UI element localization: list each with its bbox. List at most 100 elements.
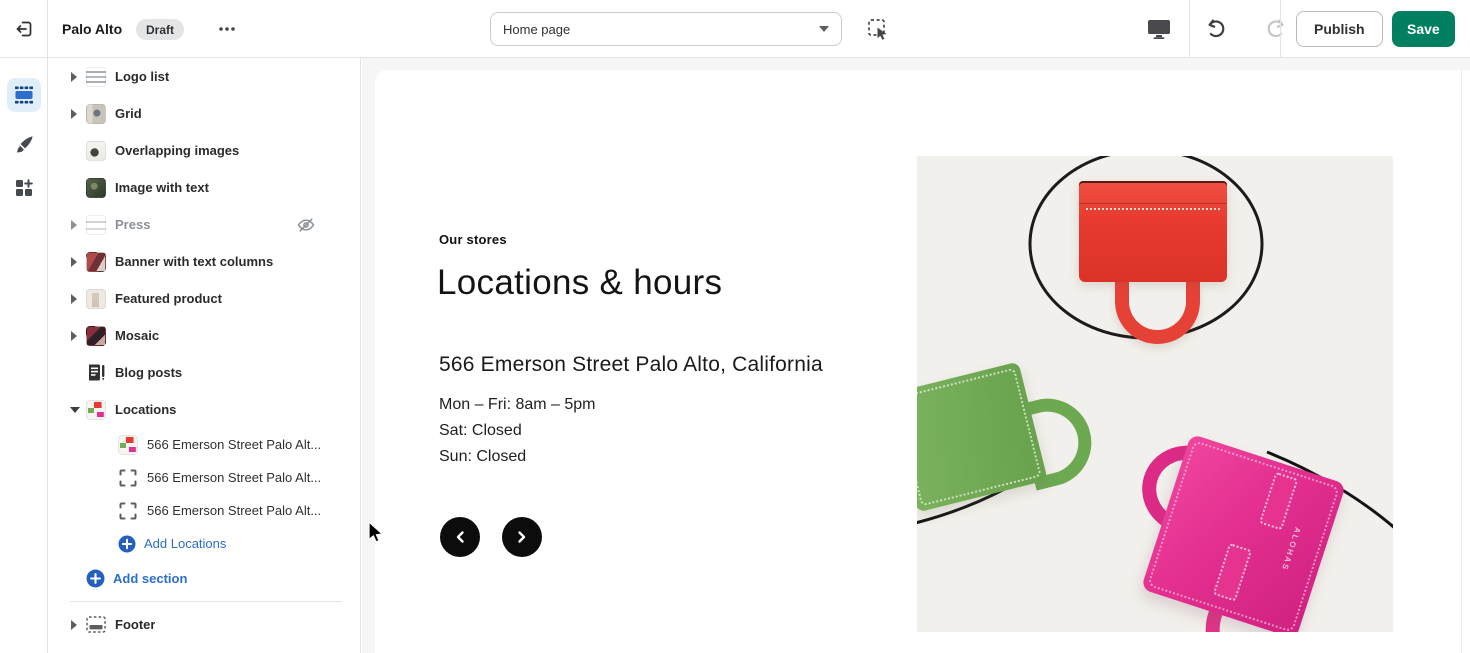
panel-divider: [70, 601, 342, 602]
editor-rail: [0, 58, 48, 653]
block-label: 566 Emerson Street Palo Alt...: [147, 437, 321, 452]
section-row-mosaic[interactable]: Mosaic: [48, 317, 360, 354]
chevron-right-icon[interactable]: [70, 257, 86, 267]
section-row-overlapping-images[interactable]: Overlapping images: [48, 132, 360, 169]
undo-button[interactable]: [1203, 17, 1227, 41]
block-row-location-1[interactable]: 566 Emerson Street Palo Alt...: [48, 428, 360, 461]
section-label: Overlapping images: [115, 143, 239, 158]
apps-icon: [14, 178, 34, 198]
exit-editor-button[interactable]: [0, 0, 48, 57]
sections-icon: [13, 85, 35, 105]
status-badge: Draft: [136, 19, 184, 40]
chevron-left-icon: [454, 530, 466, 544]
redo-icon: [1241, 17, 1265, 41]
block-label: 566 Emerson Street Palo Alt...: [147, 503, 321, 518]
section-label: Press: [115, 217, 150, 232]
footer-icon: [86, 615, 106, 635]
page-selector-dropdown[interactable]: Home page: [490, 12, 842, 46]
ellipsis-icon: [218, 26, 236, 32]
section-label: Locations: [115, 402, 176, 417]
hours-line: Sun: Closed: [439, 444, 596, 470]
eye-slash-icon[interactable]: [296, 215, 316, 235]
section-label: Mosaic: [115, 328, 159, 343]
section-thumbnail: [86, 215, 106, 235]
chevron-right-icon[interactable]: [70, 220, 86, 230]
add-locations-label: Add Locations: [144, 536, 226, 551]
block-row-location-2[interactable]: 566 Emerson Street Palo Alt...: [48, 461, 360, 494]
rail-tab-app-embeds[interactable]: [7, 171, 41, 205]
section-row-image-with-text[interactable]: Image with text: [48, 169, 360, 206]
section-thumbnail: [86, 141, 106, 161]
exit-icon: [14, 19, 34, 39]
section-label: Grid: [115, 106, 142, 121]
save-button[interactable]: Save: [1392, 11, 1455, 47]
add-locations-button[interactable]: Add Locations: [48, 527, 360, 560]
chevron-down-icon[interactable]: [70, 406, 86, 414]
preview-background: Our stores Locations & hours 566 Emerson…: [362, 58, 1470, 653]
section-row-locations[interactable]: Locations: [48, 391, 360, 428]
chevron-right-icon[interactable]: [70, 620, 86, 630]
section-thumbnail: [86, 104, 106, 124]
rail-tab-sections[interactable]: [7, 78, 41, 112]
preview-hours: Mon – Fri: 8am – 5pm Sat: Closed Sun: Cl…: [439, 392, 596, 470]
plus-circle-icon: [118, 535, 136, 553]
section-thumbnail: [86, 67, 106, 87]
blog-posts-icon: [86, 363, 106, 383]
section-label: Featured product: [115, 291, 222, 306]
section-label: Logo list: [115, 69, 169, 84]
preview-heading[interactable]: Locations & hours: [437, 263, 722, 303]
section-thumbnail: [86, 326, 106, 346]
page-selector-value: Home page: [503, 22, 819, 37]
section-row-banner-with-text-columns[interactable]: Banner with text columns: [48, 243, 360, 280]
preview-eyebrow[interactable]: Our stores: [439, 232, 507, 247]
previous-arrow-button[interactable]: [440, 517, 480, 557]
red-mini-bag: [1079, 181, 1227, 282]
section-row-blog-posts[interactable]: Blog posts: [48, 354, 360, 391]
chevron-right-icon[interactable]: [70, 331, 86, 341]
plus-circle-icon: [86, 569, 105, 588]
toolbar-divider: [1280, 0, 1281, 57]
section-row-grid[interactable]: Grid: [48, 95, 360, 132]
chevron-right-icon[interactable]: [70, 294, 86, 304]
storefront-preview-canvas[interactable]: Our stores Locations & hours 566 Emerson…: [375, 70, 1470, 653]
section-label: Image with text: [115, 180, 209, 195]
theme-name: Palo Alto: [62, 0, 122, 57]
desktop-icon: [1146, 18, 1172, 40]
section-label: Banner with text columns: [115, 254, 273, 269]
hours-line: Mon – Fri: 8am – 5pm: [439, 392, 596, 418]
section-label: Footer: [115, 617, 155, 632]
inspector-icon: [865, 16, 891, 42]
chevron-right-icon[interactable]: [70, 72, 86, 82]
inspect-element-button[interactable]: [864, 15, 892, 43]
section-row-press[interactable]: Press: [48, 206, 360, 243]
undo-icon: [1203, 17, 1227, 41]
rail-tab-theme-settings[interactable]: [7, 128, 41, 162]
more-actions-button[interactable]: [212, 15, 242, 43]
sections-panel: Logo list Grid Overlapping images Image …: [48, 58, 361, 653]
section-row-popups[interactable]: Popups: [48, 643, 360, 653]
add-section-button[interactable]: Add section: [48, 560, 360, 597]
next-arrow-button[interactable]: [502, 517, 542, 557]
paintbrush-icon: [13, 134, 35, 156]
preview-address[interactable]: 566 Emerson Street Palo Alto, California: [439, 353, 823, 377]
chevron-down-icon: [819, 26, 829, 32]
section-row-footer[interactable]: Footer: [48, 606, 360, 643]
chevron-right-icon[interactable]: [70, 109, 86, 119]
placeholder-brackets-icon: [118, 468, 138, 488]
redo-button[interactable]: [1241, 17, 1265, 41]
publish-button[interactable]: Publish: [1296, 11, 1383, 47]
carousel-navigation: [440, 517, 542, 557]
toolbar-divider: [1189, 0, 1190, 57]
placeholder-brackets-icon: [118, 501, 138, 521]
section-row-featured-product[interactable]: Featured product: [48, 280, 360, 317]
section-thumbnail: [86, 178, 106, 198]
device-preview-button[interactable]: [1146, 18, 1172, 40]
block-thumbnail: [118, 435, 138, 455]
add-section-label: Add section: [113, 571, 187, 586]
location-photo-handbags: ALOHAS: [917, 156, 1393, 632]
block-row-location-3[interactable]: 566 Emerson Street Palo Alt...: [48, 494, 360, 527]
section-row-logo-list[interactable]: Logo list: [48, 58, 360, 95]
chevron-right-icon: [516, 530, 528, 544]
hours-line: Sat: Closed: [439, 418, 596, 444]
section-thumbnail: [86, 400, 106, 420]
